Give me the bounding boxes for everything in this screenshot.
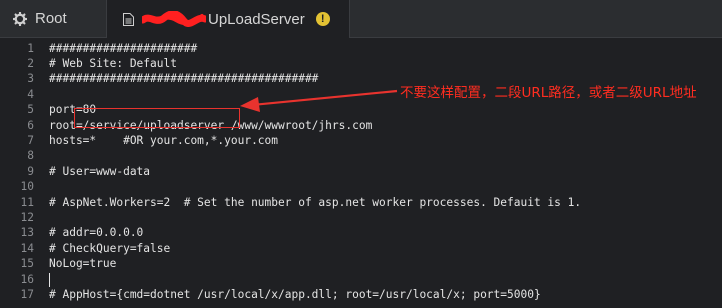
code-text: ######################: [49, 41, 198, 55]
code-text: # AppHost={cmd=dotnet /usr/local/x/app.d…: [49, 287, 541, 301]
line-number: 13: [20, 226, 34, 240]
code-text: hosts=* #OR your.com,*.your.com: [49, 133, 279, 147]
code-line[interactable]: 11 # AspNet.Workers=2 # Set the number of…: [0, 195, 722, 210]
code-line[interactable]: 16: [0, 272, 722, 287]
line-number: 15: [20, 257, 34, 271]
code-line[interactable]: 14 # CheckQuery=false: [0, 241, 722, 256]
line-number: 12: [20, 210, 34, 224]
code-line[interactable]: 10: [0, 179, 722, 194]
code-line[interactable]: 12: [0, 210, 722, 225]
tab-bar: Root UpLoadServer !: [0, 0, 722, 38]
code-line[interactable]: 2 # Web Site: Default: [0, 56, 722, 71]
code-text: # addr=0.0.0.0: [49, 226, 144, 240]
highlight-box: [74, 108, 240, 128]
tab-root-label: Root: [35, 10, 67, 27]
text-caret: [49, 272, 50, 287]
file-icon: [123, 12, 134, 26]
line-number: 17: [20, 287, 34, 301]
gear-icon: [13, 11, 27, 26]
tab-root[interactable]: Root: [0, 0, 107, 37]
line-number: 10: [20, 180, 34, 194]
line-number: 6: [27, 118, 34, 132]
code-text: NoLog=true: [49, 257, 117, 271]
tab-uploadserver[interactable]: UpLoadServer !: [107, 0, 350, 38]
line-number: 3: [27, 72, 34, 86]
line-number: 9: [27, 164, 34, 178]
tab-uploadserver-label: UpLoadServer: [208, 10, 305, 28]
line-number: 1: [27, 41, 34, 55]
code-line[interactable]: 13 # addr=0.0.0.0: [0, 225, 722, 240]
line-number: 8: [27, 149, 34, 163]
line-number: 11: [20, 195, 34, 209]
code-text: ########################################: [49, 72, 319, 86]
redaction-scribble: [139, 10, 209, 27]
annotation-note: 不要这样配置，二段URL路径，或者二级URL地址: [400, 85, 697, 101]
line-number: 7: [27, 133, 34, 147]
code-text: # Web Site: Default: [49, 56, 177, 70]
code-text: # User=www-data: [49, 164, 151, 178]
line-number: 14: [20, 241, 34, 255]
code-line[interactable]: 17 # AppHost={cmd=dotnet /usr/local/x/app…: [0, 287, 722, 302]
code-text: # CheckQuery=false: [49, 241, 171, 255]
code-line[interactable]: 7 hosts=* #OR your.com,*.your.com: [0, 133, 722, 148]
code-line[interactable]: 15 NoLog=true: [0, 256, 722, 271]
code-line[interactable]: 9 # User=www-data: [0, 164, 722, 179]
warning-icon: !: [315, 12, 330, 26]
code-text: # AspNet.Workers=2 # Set the number of a…: [49, 195, 582, 209]
line-number: 5: [27, 103, 34, 117]
line-number: 2: [27, 56, 34, 70]
line-number: 4: [27, 87, 34, 101]
code-editor[interactable]: 1 ###################### 2 # Web Site: Defa…: [0, 38, 722, 308]
code-line[interactable]: 8: [0, 148, 722, 163]
line-number: 16: [20, 272, 34, 286]
code-line[interactable]: 1 ######################: [0, 41, 722, 56]
